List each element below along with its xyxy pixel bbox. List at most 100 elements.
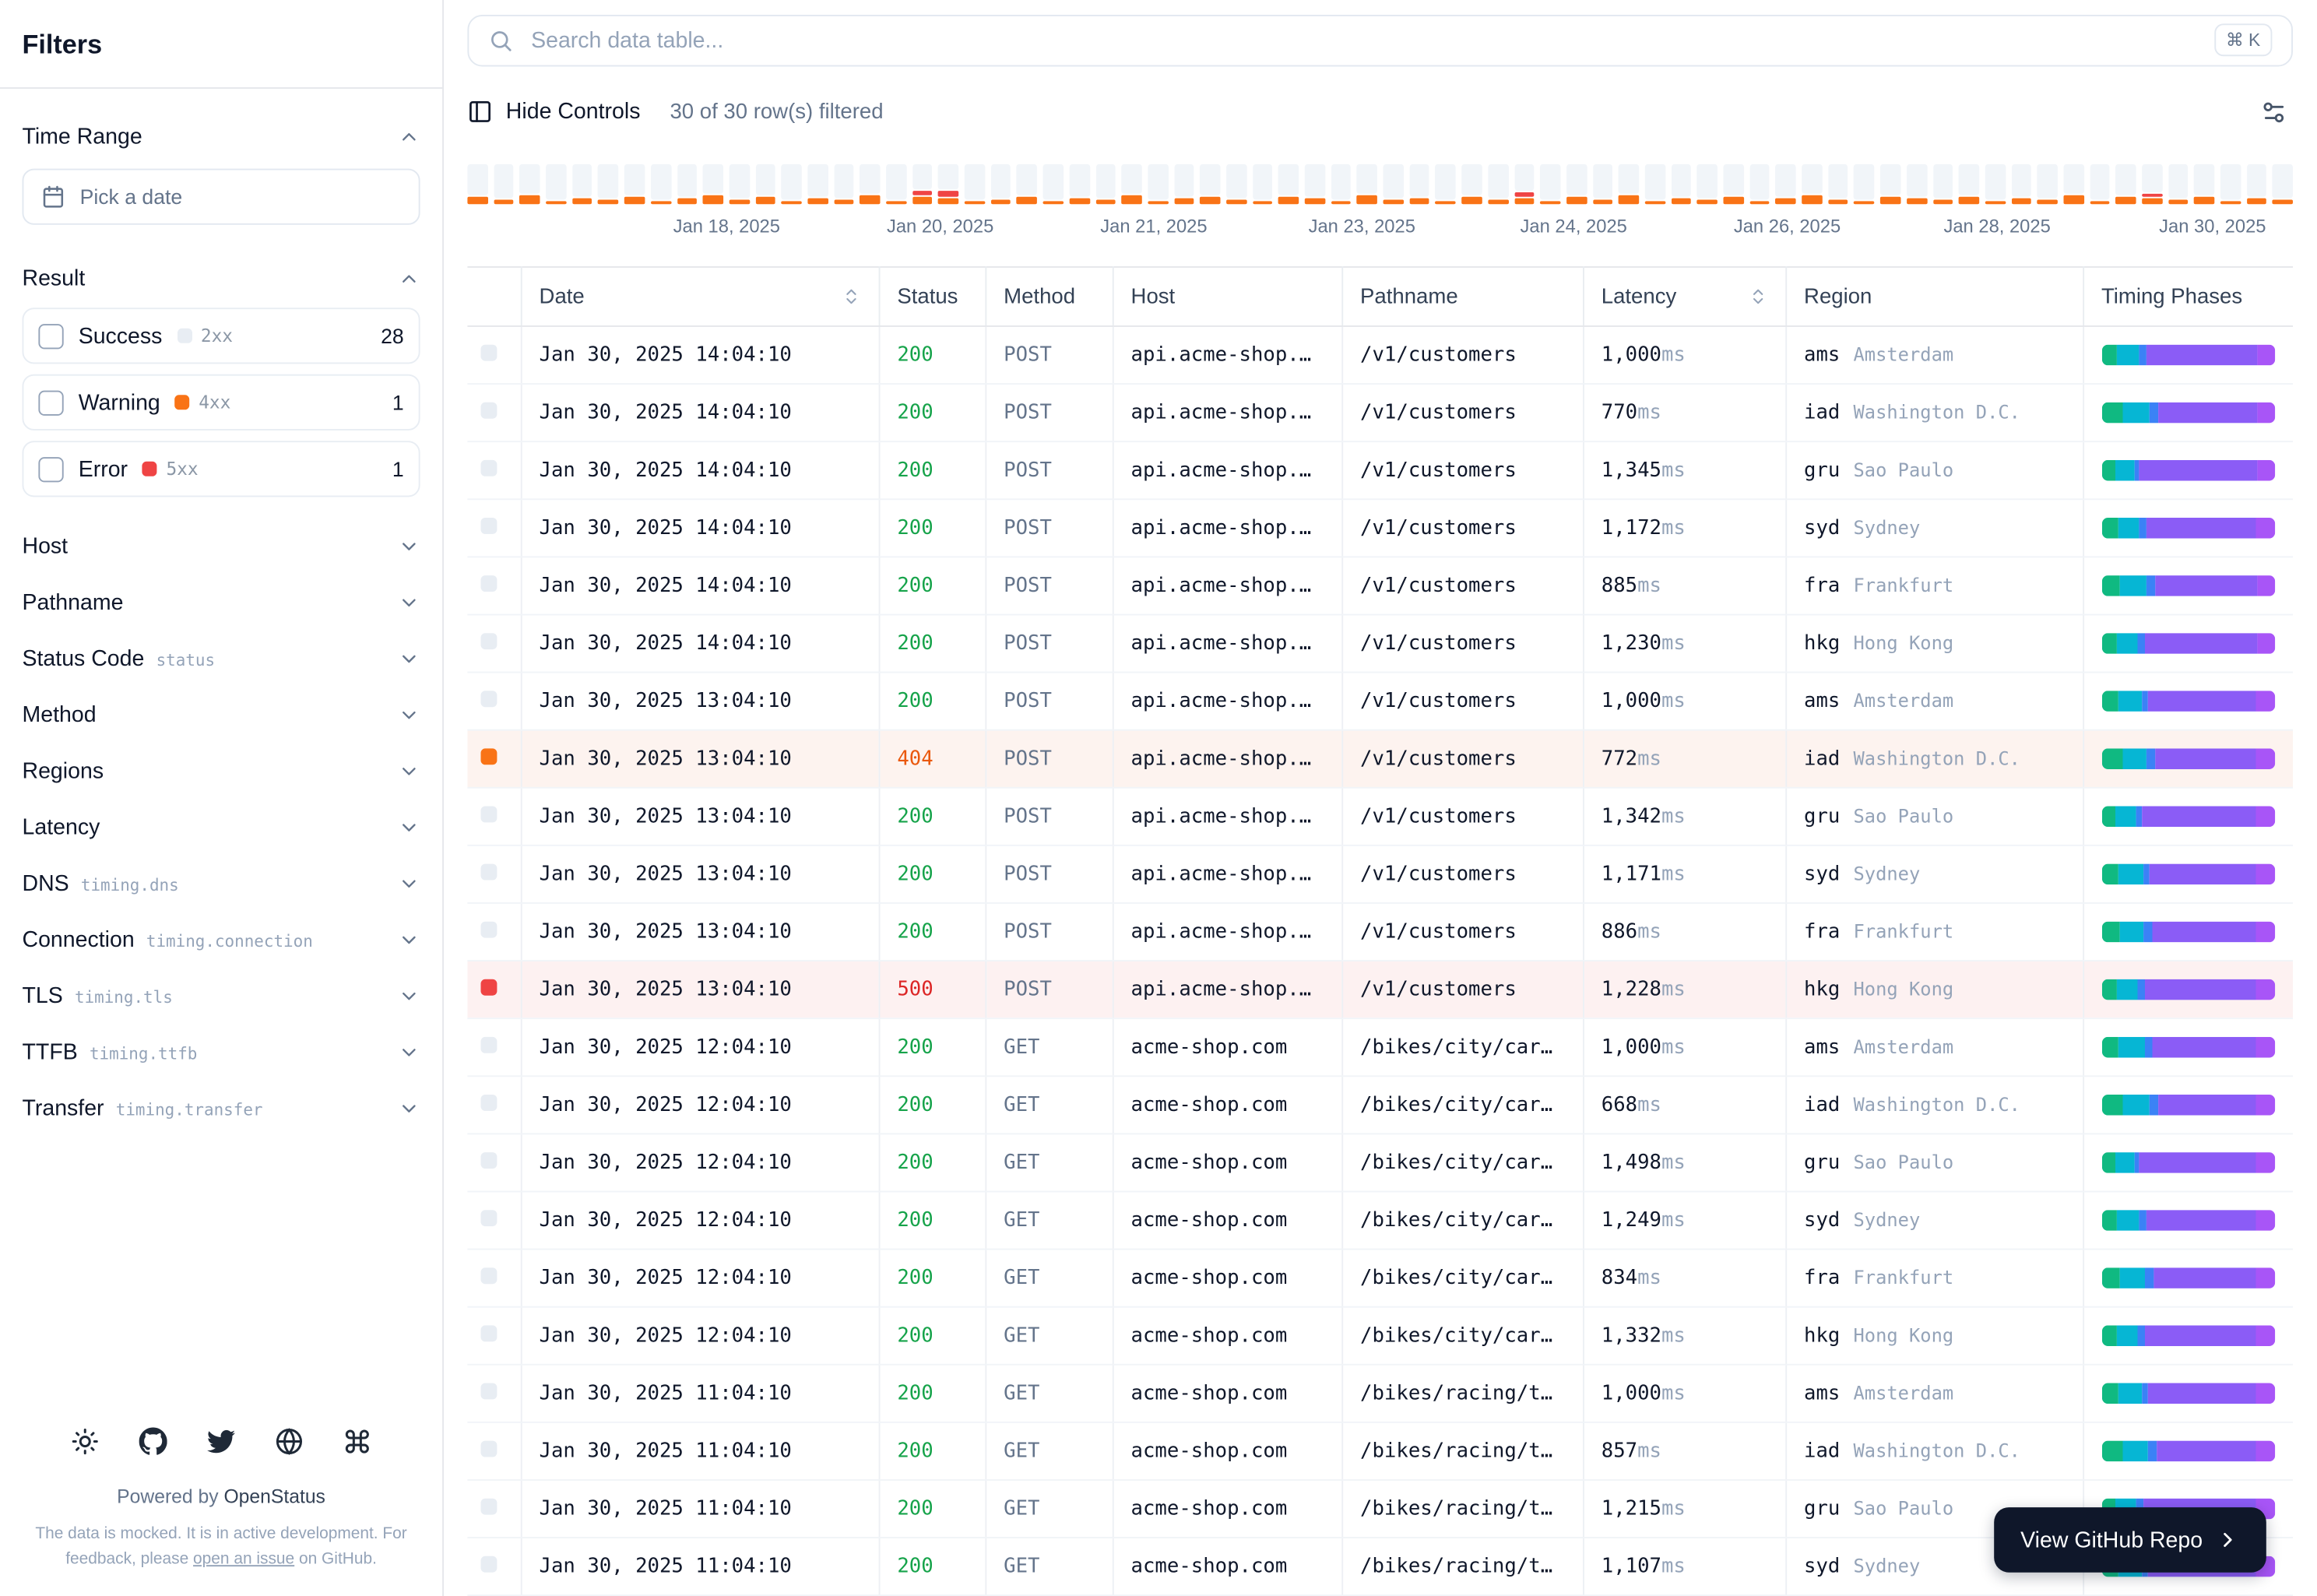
histogram-bar[interactable] xyxy=(1932,163,1953,205)
histogram-bar[interactable] xyxy=(755,163,776,205)
table-row[interactable]: Jan 30, 2025 12:04:10 200 GET acme-shop.com… xyxy=(467,1134,2293,1193)
histogram-bar[interactable] xyxy=(1802,163,1823,205)
table-row[interactable]: Jan 30, 2025 14:04:10 200 POST api.acme-sho… xyxy=(467,499,2293,558)
histogram-bar[interactable] xyxy=(1095,163,1116,205)
section-method[interactable]: Method xyxy=(23,687,420,743)
section-time-range[interactable]: Time Range xyxy=(23,107,420,166)
histogram-bar[interactable] xyxy=(1435,163,1456,205)
section-connection[interactable]: Connection timing.connection xyxy=(23,911,420,967)
histogram-bar[interactable] xyxy=(2037,163,2058,205)
theme-toggle-sun-icon[interactable] xyxy=(71,1427,99,1455)
histogram-bar[interactable] xyxy=(1566,163,1587,205)
table-row[interactable]: Jan 30, 2025 14:04:10 200 POST api.acme-sho… xyxy=(467,614,2293,673)
histogram-bar[interactable] xyxy=(598,163,619,205)
view-options-button[interactable] xyxy=(2255,93,2293,131)
checkbox[interactable] xyxy=(38,323,64,349)
histogram-bar[interactable] xyxy=(2246,163,2267,205)
histogram-bar[interactable] xyxy=(938,163,959,205)
histogram-bar[interactable] xyxy=(886,163,907,205)
github-icon[interactable] xyxy=(139,1427,167,1455)
histogram-bar[interactable] xyxy=(702,163,723,205)
histogram-bar[interactable] xyxy=(467,163,488,205)
histogram-bar[interactable] xyxy=(624,163,645,205)
sort-icon[interactable] xyxy=(1748,287,1767,307)
checkbox[interactable] xyxy=(38,389,64,415)
histogram-bar[interactable] xyxy=(1121,163,1142,205)
date-picker-button[interactable]: Pick a date xyxy=(22,168,420,225)
globe-icon[interactable] xyxy=(275,1427,303,1455)
filter-option-success[interactable]: Success 2xx 28 xyxy=(22,308,420,364)
section-ttfb[interactable]: TTFB timing.ttfb xyxy=(23,1024,420,1080)
column-header-date[interactable]: Date xyxy=(520,265,880,327)
histogram-bar[interactable] xyxy=(1304,163,1325,205)
histogram-bar[interactable] xyxy=(1696,163,1718,205)
histogram-bar[interactable] xyxy=(912,163,933,205)
table-row[interactable]: Jan 30, 2025 13:04:10 404 POST api.acme-sho… xyxy=(467,729,2293,789)
filter-option-warning[interactable]: Warning 4xx 1 xyxy=(22,374,420,431)
histogram-bar[interactable] xyxy=(1644,163,1665,205)
table-row[interactable]: Jan 30, 2025 13:04:10 200 POST api.acme-sho… xyxy=(467,845,2293,904)
histogram-bar[interactable] xyxy=(546,163,567,205)
section-regions[interactable]: Regions xyxy=(23,743,420,799)
histogram-bar[interactable] xyxy=(1252,163,1273,205)
table-row[interactable]: Jan 30, 2025 13:04:10 200 POST api.acme-sho… xyxy=(467,902,2293,961)
histogram-bar[interactable] xyxy=(1200,163,1221,205)
table-row[interactable]: Jan 30, 2025 14:04:10 200 POST api.acme-sho… xyxy=(467,441,2293,501)
hide-controls-button[interactable]: Hide Controls xyxy=(467,100,640,125)
histogram-bar[interactable] xyxy=(2142,163,2163,205)
section-latency[interactable]: Latency xyxy=(23,799,420,855)
histogram-bar[interactable] xyxy=(2115,163,2136,205)
table-row[interactable]: Jan 30, 2025 14:04:10 200 POST api.acme-sho… xyxy=(467,557,2293,616)
histogram-bar[interactable] xyxy=(781,163,802,205)
histogram-bar[interactable] xyxy=(571,163,592,205)
histogram-bar[interactable] xyxy=(650,163,671,205)
histogram-bar[interactable] xyxy=(1958,163,1979,205)
histogram-bar[interactable] xyxy=(1357,163,1378,205)
table-row[interactable]: Jan 30, 2025 12:04:10 200 GET acme-shop.com… xyxy=(467,1076,2293,1135)
histogram-bar[interactable] xyxy=(2194,163,2215,205)
histogram-bar[interactable] xyxy=(2011,163,2032,205)
histogram-bar[interactable] xyxy=(1775,163,1796,205)
section-tls[interactable]: TLS timing.tls xyxy=(23,968,420,1024)
view-github-repo-button[interactable]: View GitHub Repo xyxy=(1993,1507,2266,1573)
histogram-bar[interactable] xyxy=(1906,163,1927,205)
histogram-bar[interactable] xyxy=(964,163,985,205)
histogram-bar[interactable] xyxy=(990,163,1011,205)
histogram-bar[interactable] xyxy=(2220,163,2241,205)
histogram-bar[interactable] xyxy=(1985,163,2006,205)
histogram-bar[interactable] xyxy=(1409,163,1430,205)
table-row[interactable]: Jan 30, 2025 14:04:10 200 POST api.acme-sho… xyxy=(467,384,2293,443)
histogram-bar[interactable] xyxy=(1671,163,1692,205)
histogram-bar[interactable] xyxy=(1749,163,1770,205)
twitter-icon[interactable] xyxy=(207,1427,236,1455)
histogram-bar[interactable] xyxy=(833,163,854,205)
histogram-bar[interactable] xyxy=(1331,163,1352,205)
section-status-code[interactable]: Status Code status xyxy=(23,630,420,686)
table-row[interactable]: Jan 30, 2025 11:04:10 200 GET acme-shop.com… xyxy=(467,1422,2293,1481)
histogram-bar[interactable] xyxy=(1488,163,1509,205)
histogram-bar[interactable] xyxy=(1069,163,1090,205)
table-row[interactable]: Jan 30, 2025 13:04:10 500 POST api.acme-sho… xyxy=(467,961,2293,1020)
table-row[interactable]: Jan 30, 2025 12:04:10 200 GET acme-shop.com… xyxy=(467,1191,2293,1250)
histogram-bar[interactable] xyxy=(860,163,881,205)
table-row[interactable]: Jan 30, 2025 11:04:10 200 GET acme-shop.com… xyxy=(467,1364,2293,1423)
section-result[interactable]: Result xyxy=(23,248,420,308)
section-pathname[interactable]: Pathname xyxy=(23,574,420,630)
histogram-bar[interactable] xyxy=(729,163,750,205)
section-host[interactable]: Host xyxy=(23,518,420,574)
histogram-bar[interactable] xyxy=(1723,163,1744,205)
histogram-bar[interactable] xyxy=(2089,163,2110,205)
histogram-bar[interactable] xyxy=(2063,163,2084,205)
histogram-bar[interactable] xyxy=(1461,163,1482,205)
command-icon[interactable] xyxy=(343,1427,371,1455)
column-header-latency[interactable]: Latency xyxy=(1583,265,1787,327)
table-row[interactable]: Jan 30, 2025 14:04:10 200 POST api.acme-sho… xyxy=(467,325,2293,385)
checkbox[interactable] xyxy=(38,456,64,482)
histogram-bar[interactable] xyxy=(519,163,540,205)
openstatus-link[interactable]: OpenStatus xyxy=(223,1485,325,1507)
table-row[interactable]: Jan 30, 2025 12:04:10 200 GET acme-shop.com… xyxy=(467,1306,2293,1366)
histogram-bar[interactable] xyxy=(1278,163,1299,205)
histogram-bar[interactable] xyxy=(1854,163,1875,205)
table-row[interactable]: Jan 30, 2025 12:04:10 200 GET acme-shop.com… xyxy=(467,1018,2293,1077)
histogram-bar[interactable] xyxy=(1042,163,1064,205)
